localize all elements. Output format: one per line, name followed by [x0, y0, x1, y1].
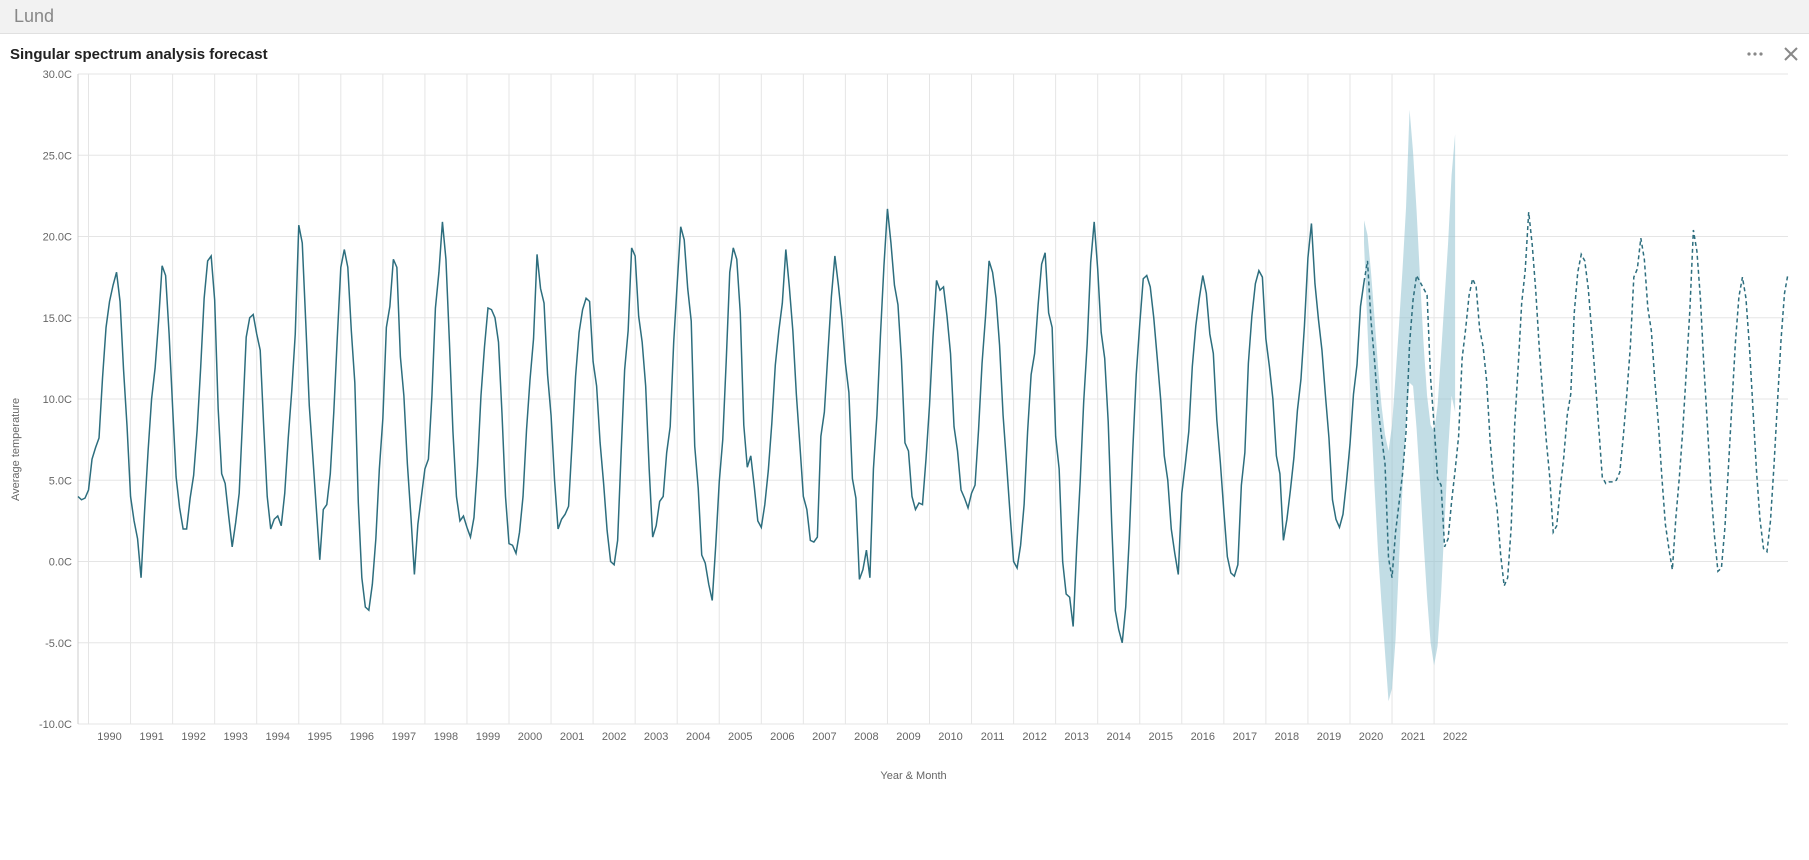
- x-tick-label: 2012: [1022, 731, 1046, 743]
- y-tick-label: 0.0C: [49, 557, 72, 569]
- x-tick-label: 1995: [308, 731, 332, 743]
- chart-area: Average temperature 30.0C 25.0C 20.0C 15.0C…: [10, 64, 1799, 794]
- x-tick-label: 1991: [139, 731, 163, 743]
- chart-svg-holder: 30.0C 25.0C 20.0C 15.0C 10.0C 5.0C 0.0C -5.0C -1…: [28, 64, 1799, 794]
- y-axis-title: Average temperature: [10, 64, 28, 794]
- y-tick-label: -10.0C: [39, 719, 72, 731]
- x-tick-label: 2003: [644, 731, 668, 743]
- chart-panel: Singular spectrum analysis forecast Aver…: [0, 34, 1809, 794]
- x-tick-label: 2010: [938, 731, 962, 743]
- x-tick-label: 1990: [97, 731, 121, 743]
- panel-title: Singular spectrum analysis forecast: [10, 46, 268, 63]
- x-tick-label: 2016: [1191, 731, 1215, 743]
- x-tick-label: 1999: [476, 731, 500, 743]
- x-tick-label: 2015: [1149, 731, 1173, 743]
- y-tick-label: 20.0C: [43, 232, 72, 244]
- x-tick-label: 1992: [181, 731, 205, 743]
- page-header: Lund: [0, 0, 1809, 34]
- x-tick-label: 2001: [560, 731, 584, 743]
- x-tick-label: 2008: [854, 731, 878, 743]
- x-tick-label: 2013: [1064, 731, 1088, 743]
- close-icon[interactable]: [1783, 46, 1799, 62]
- y-tick-label: 5.0C: [49, 475, 72, 487]
- x-tick-label: 2021: [1401, 731, 1425, 743]
- x-tick-label: 2011: [981, 731, 1005, 743]
- forecast-confidence-band: [1364, 110, 1455, 702]
- x-tick-label: 2006: [770, 731, 794, 743]
- x-tick-label: 2004: [686, 731, 710, 743]
- x-tick-label: 2000: [518, 731, 542, 743]
- y-tick-label: 30.0C: [43, 69, 72, 81]
- x-tick-label: 1993: [223, 731, 247, 743]
- x-tick-label: 1998: [434, 731, 458, 743]
- x-tick-label: 2018: [1275, 731, 1299, 743]
- x-tick-label: 1994: [265, 731, 289, 743]
- x-tick-label: 2014: [1106, 731, 1130, 743]
- x-tick-label: 2009: [896, 731, 920, 743]
- x-tick-label: 2020: [1359, 731, 1383, 743]
- panel-actions: [1745, 44, 1799, 64]
- x-tick-label: 2022: [1443, 731, 1467, 743]
- series-line-actual: [78, 209, 1364, 643]
- x-tick-label: 2007: [812, 731, 836, 743]
- x-axis-title: Year & Month: [28, 764, 1799, 794]
- x-tick-label: 2005: [728, 731, 752, 743]
- x-tick-label: 2002: [602, 731, 626, 743]
- y-tick-label: 10.0C: [43, 394, 72, 406]
- x-tick-label: 1997: [392, 731, 416, 743]
- more-options-icon[interactable]: [1745, 44, 1765, 64]
- x-tick-label: 2019: [1317, 731, 1341, 743]
- y-tick-label: 15.0C: [43, 313, 72, 325]
- y-tick-label: 25.0C: [43, 150, 72, 162]
- panel-title-row: Singular spectrum analysis forecast: [10, 44, 1799, 64]
- chart-svg: 30.0C 25.0C 20.0C 15.0C 10.0C 5.0C 0.0C -5.0C -1…: [28, 64, 1798, 764]
- x-tick-label: 1996: [350, 731, 374, 743]
- x-tick-label: 2017: [1233, 731, 1257, 743]
- y-tick-label: -5.0C: [45, 638, 72, 650]
- page-title: Lund: [14, 6, 54, 26]
